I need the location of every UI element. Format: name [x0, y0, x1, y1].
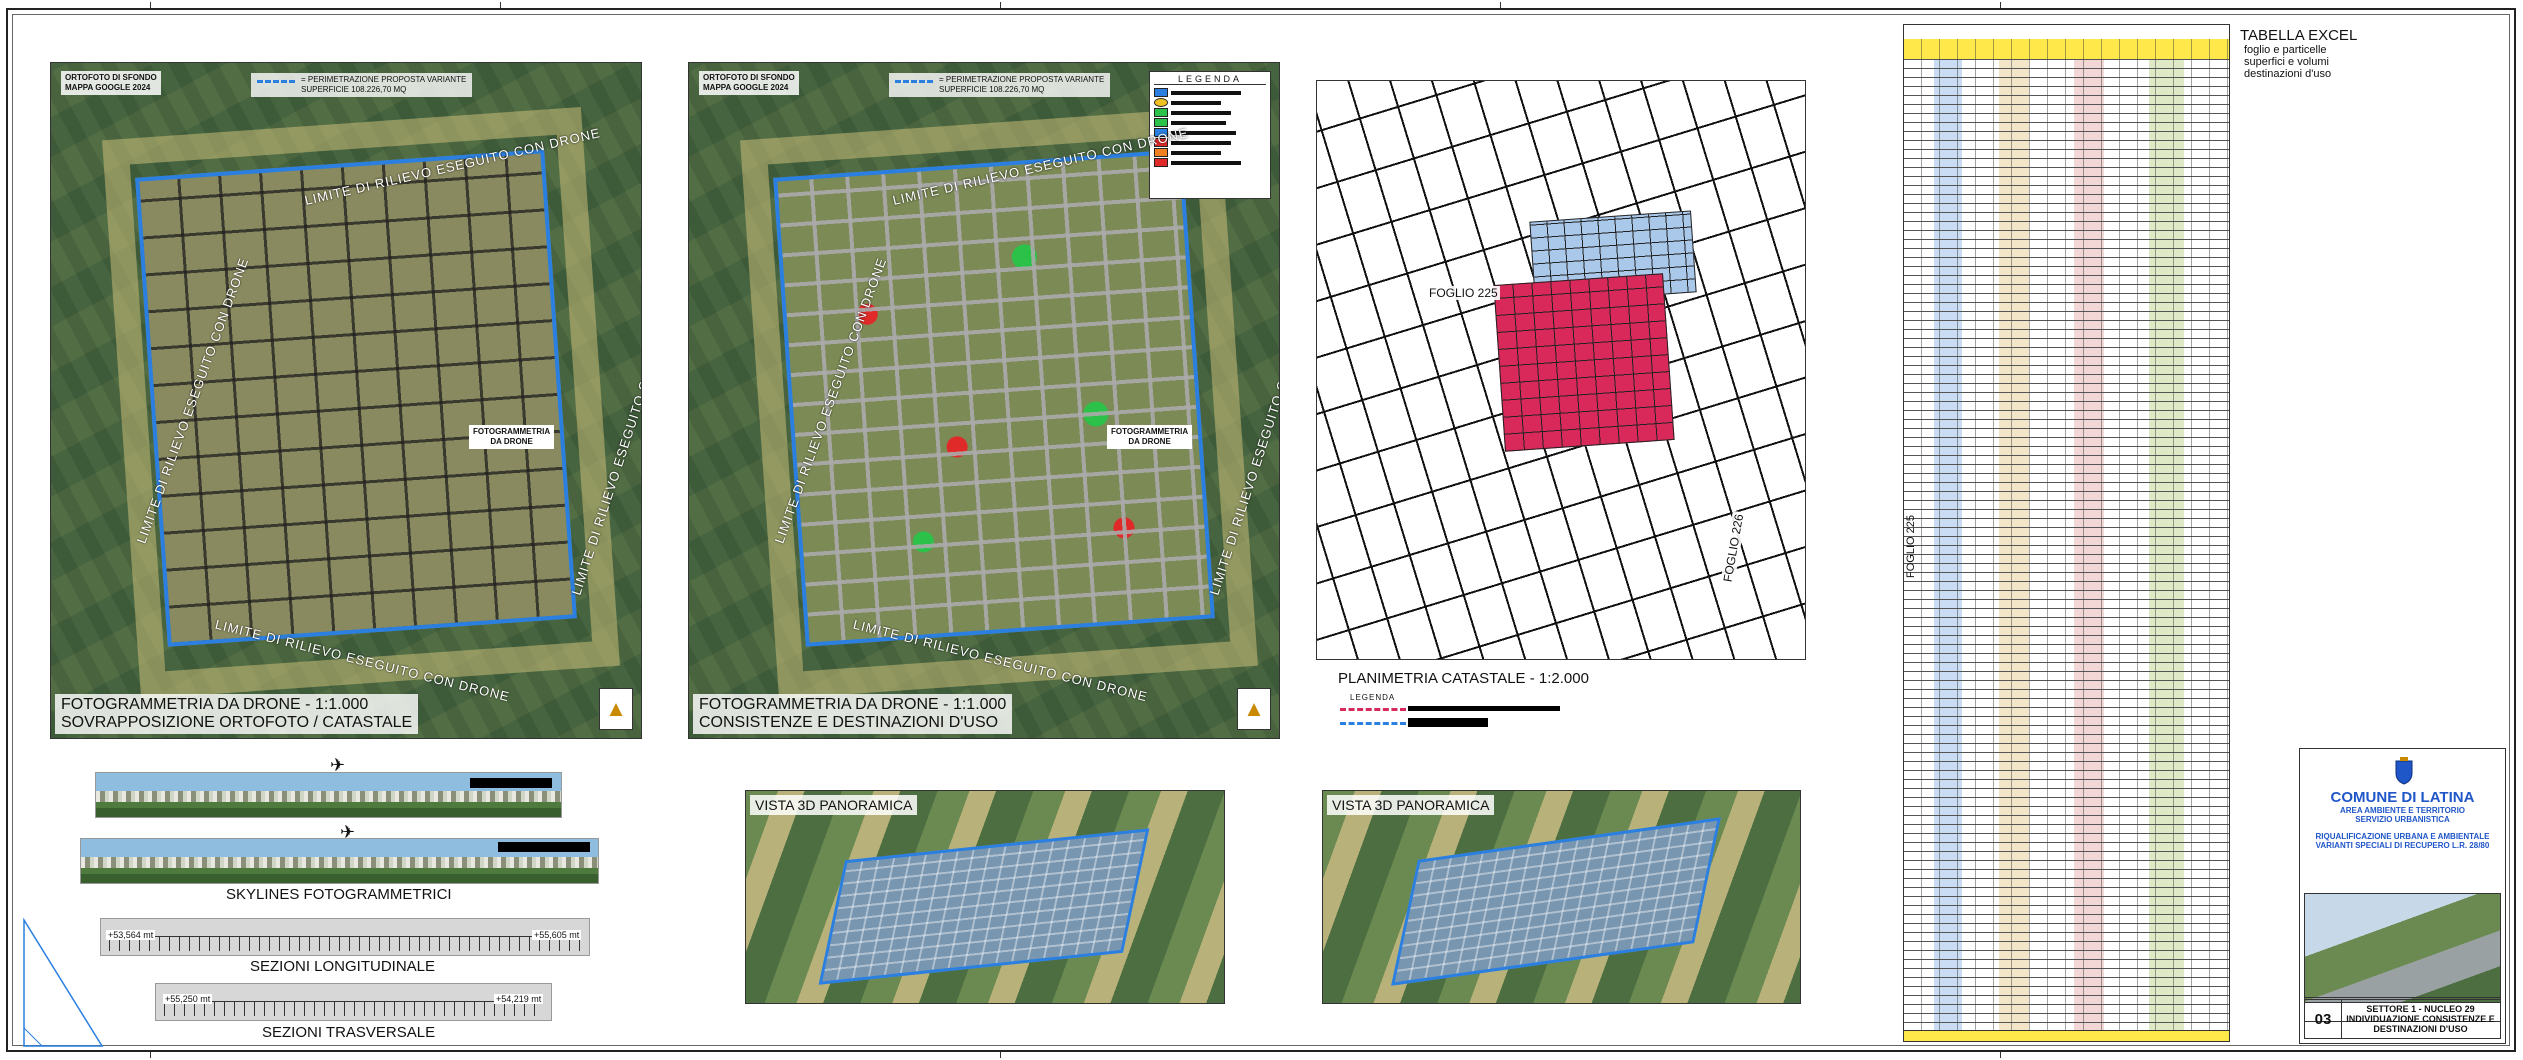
excel-table	[1903, 24, 2230, 1042]
caption-line-1: FOTOGRAMMETRIA DA DRONE - 1:1.000	[699, 696, 1007, 713]
sfondo-tag: ORTOFOTO DI SFONDO MAPPA GOOGLE 2024	[699, 71, 799, 95]
department-1: AREA AMBIENTE E TERRITORIO	[2339, 806, 2466, 815]
drone-icon: ✈	[340, 822, 356, 842]
foglio-225-label: FOGLIO 225	[1427, 286, 1500, 300]
redacted-label	[470, 778, 552, 788]
panel-caption: FOTOGRAMMETRIA DA DRONE - 1:1.000 SOVRAP…	[55, 694, 419, 734]
excel-foglio-label: FOGLIO 225	[1905, 515, 1917, 578]
legend-swatch	[1154, 88, 1168, 97]
frame-tick	[1500, 2, 1501, 8]
longitudinal-title: SEZIONI LONGITUDINALE	[250, 958, 436, 975]
legend-swatch	[1154, 148, 1168, 157]
cadastral-legend-title: LEGENDA	[1350, 693, 1396, 702]
frame-tick	[150, 1052, 151, 1058]
frame-tick	[1000, 1052, 1001, 1058]
longitudinal-section	[100, 918, 590, 956]
legend-row	[1154, 148, 1266, 157]
sfondo-tag: ORTOFOTO DI SFONDO MAPPA GOOGLE 2024	[61, 71, 161, 95]
transversal-title: SEZIONI TRASVERSALE	[262, 1024, 436, 1041]
sheet-number: 03	[2305, 1000, 2342, 1038]
excel-desc-1: foglio e particelle	[2244, 44, 2327, 56]
sheet-title-line-2: INDIVIDUAZIONE CONSISTENZE E	[2346, 1014, 2495, 1024]
cadastral-highlight-block	[1493, 273, 1675, 452]
title-block-field	[2304, 987, 2501, 998]
frame-tick	[2000, 1052, 2001, 1058]
legend-swatch	[1154, 98, 1168, 107]
frame-tick	[500, 2, 501, 8]
legend-row	[1154, 158, 1266, 167]
legend-swatch	[1154, 118, 1168, 127]
transversal-elevation-right: +54,219 mt	[494, 994, 544, 1004]
vista-3d-left: VISTA 3D PANORAMICA	[745, 790, 1225, 1004]
perimeter-legend: = PERIMETRAZIONE PROPOSTA VARIANTE SUPER…	[251, 73, 473, 97]
caption-line-1: FOTOGRAMMETRIA DA DRONE - 1:1.000	[61, 696, 369, 713]
excel-desc-2: superfici e volumi	[2244, 56, 2329, 68]
frame-tick	[150, 2, 151, 8]
coat-of-arms-icon	[2395, 757, 2413, 785]
foglio-226-label: FOGLIO 226	[1720, 510, 1747, 586]
cadastral-legend-blue-line	[1340, 722, 1406, 725]
legend-text-redacted	[1171, 120, 1226, 125]
excel-desc-3: destinazioni d'uso	[2244, 68, 2332, 80]
perimeter-legend: = PERIMETRAZIONE PROPOSTA VARIANTE SUPER…	[889, 73, 1111, 97]
panel-caption: FOTOGRAMMETRIA DA DRONE - 1:1.000 CONSIS…	[693, 694, 1013, 734]
legend-text-redacted	[1171, 90, 1241, 95]
legend-text-redacted	[1408, 718, 1488, 727]
skylines-title: SKYLINES FOTOGRAMMETRICI	[226, 886, 452, 903]
legend-row	[1154, 98, 1266, 107]
consistenze-panel: ORTOFOTO DI SFONDO MAPPA GOOGLE 2024 = P…	[688, 62, 1280, 739]
sheet-title-line-3: DESTINAZIONI D'USO	[2373, 1024, 2468, 1034]
title-block: COMUNE DI LATINA AREA AMBIENTE E TERRITO…	[2299, 748, 2506, 1044]
sheet-title-line-1: SETTORE 1 - NUCLEO 29	[2366, 1004, 2475, 1014]
excel-title: TABELLA EXCEL	[2240, 27, 2358, 44]
ortho-catastale-panel: ORTOFOTO DI SFONDO MAPPA GOOGLE 2024 = P…	[50, 62, 642, 739]
title-block-sheet: 03 SETTORE 1 - NUCLEO 29 INDIVIDUAZIONE …	[2304, 999, 2501, 1039]
transversal-elevation-left: +55,250 mt	[163, 994, 213, 1004]
excel-header	[1904, 25, 2229, 40]
legend-swatch	[1154, 108, 1168, 117]
longitudinal-elevation-left: +53,564 mt	[106, 930, 156, 940]
drone-area-label: FOTOGRAMMETRIA DA DRONE	[469, 425, 555, 449]
drone-area-label: FOTOGRAMMETRIA DA DRONE	[1107, 425, 1193, 449]
legend-text-redacted	[1171, 150, 1221, 155]
redacted-label	[498, 842, 590, 852]
caption-line-2: SOVRAPPOSIZIONE ORTOFOTO / CATASTALE	[61, 714, 413, 731]
caption-line-2: CONSISTENZE E DESTINAZIONI D'USO	[699, 714, 999, 731]
frame-tick	[2000, 2, 2001, 8]
legend-swatch	[1154, 158, 1168, 167]
vista-caption: VISTA 3D PANORAMICA	[1327, 795, 1495, 815]
department-2: SERVIZIO URBANISTICA	[2355, 815, 2450, 824]
legend-text-redacted	[1408, 706, 1560, 711]
project-line-1: RIQUALIFICAZIONE URBANA E AMBIENTALE	[2315, 832, 2490, 841]
north-arrow-icon: ▲	[599, 688, 633, 730]
sheet-title: SETTORE 1 - NUCLEO 29 INDIVIDUAZIONE CON…	[2343, 1004, 2498, 1034]
legend-row	[1154, 108, 1266, 117]
vista-block	[818, 828, 1150, 985]
transversal-section	[155, 983, 552, 1021]
legend-text-redacted	[1171, 100, 1221, 105]
cadastral-panel: FOGLIO 225 FOGLIO 226	[1316, 80, 1806, 660]
project-line-2: VARIANTI SPECIALI DI RECUPERO L.R. 28/80	[2315, 841, 2490, 850]
vista-caption: VISTA 3D PANORAMICA	[750, 795, 918, 815]
vista-3d-right: VISTA 3D PANORAMICA	[1322, 790, 1801, 1004]
city-name: COMUNE DI LATINA	[2330, 789, 2475, 806]
title-block-header: COMUNE DI LATINA AREA AMBIENTE E TERRITO…	[2304, 753, 2501, 891]
north-arrow-icon: ▲	[1237, 688, 1271, 730]
frame-tick	[1000, 2, 1001, 8]
excel-column-lines	[1904, 39, 2229, 1041]
longitudinal-elevation-right: +55,605 mt	[532, 930, 582, 940]
legend-row	[1154, 118, 1266, 127]
cadastral-legend-red-line	[1340, 708, 1406, 711]
legend-text-redacted	[1171, 110, 1231, 115]
legend-text-redacted	[1171, 160, 1241, 165]
legend-row	[1154, 88, 1266, 97]
drone-icon: ✈	[330, 755, 346, 775]
cadastral-title: PLANIMETRIA CATASTALE - 1:2.000	[1338, 670, 1589, 687]
vista-block	[1391, 817, 1721, 986]
legend-title: LEGENDA	[1154, 74, 1266, 85]
corner-triangle-icon	[23, 918, 104, 1047]
excel-totals-row	[1904, 1030, 2229, 1041]
